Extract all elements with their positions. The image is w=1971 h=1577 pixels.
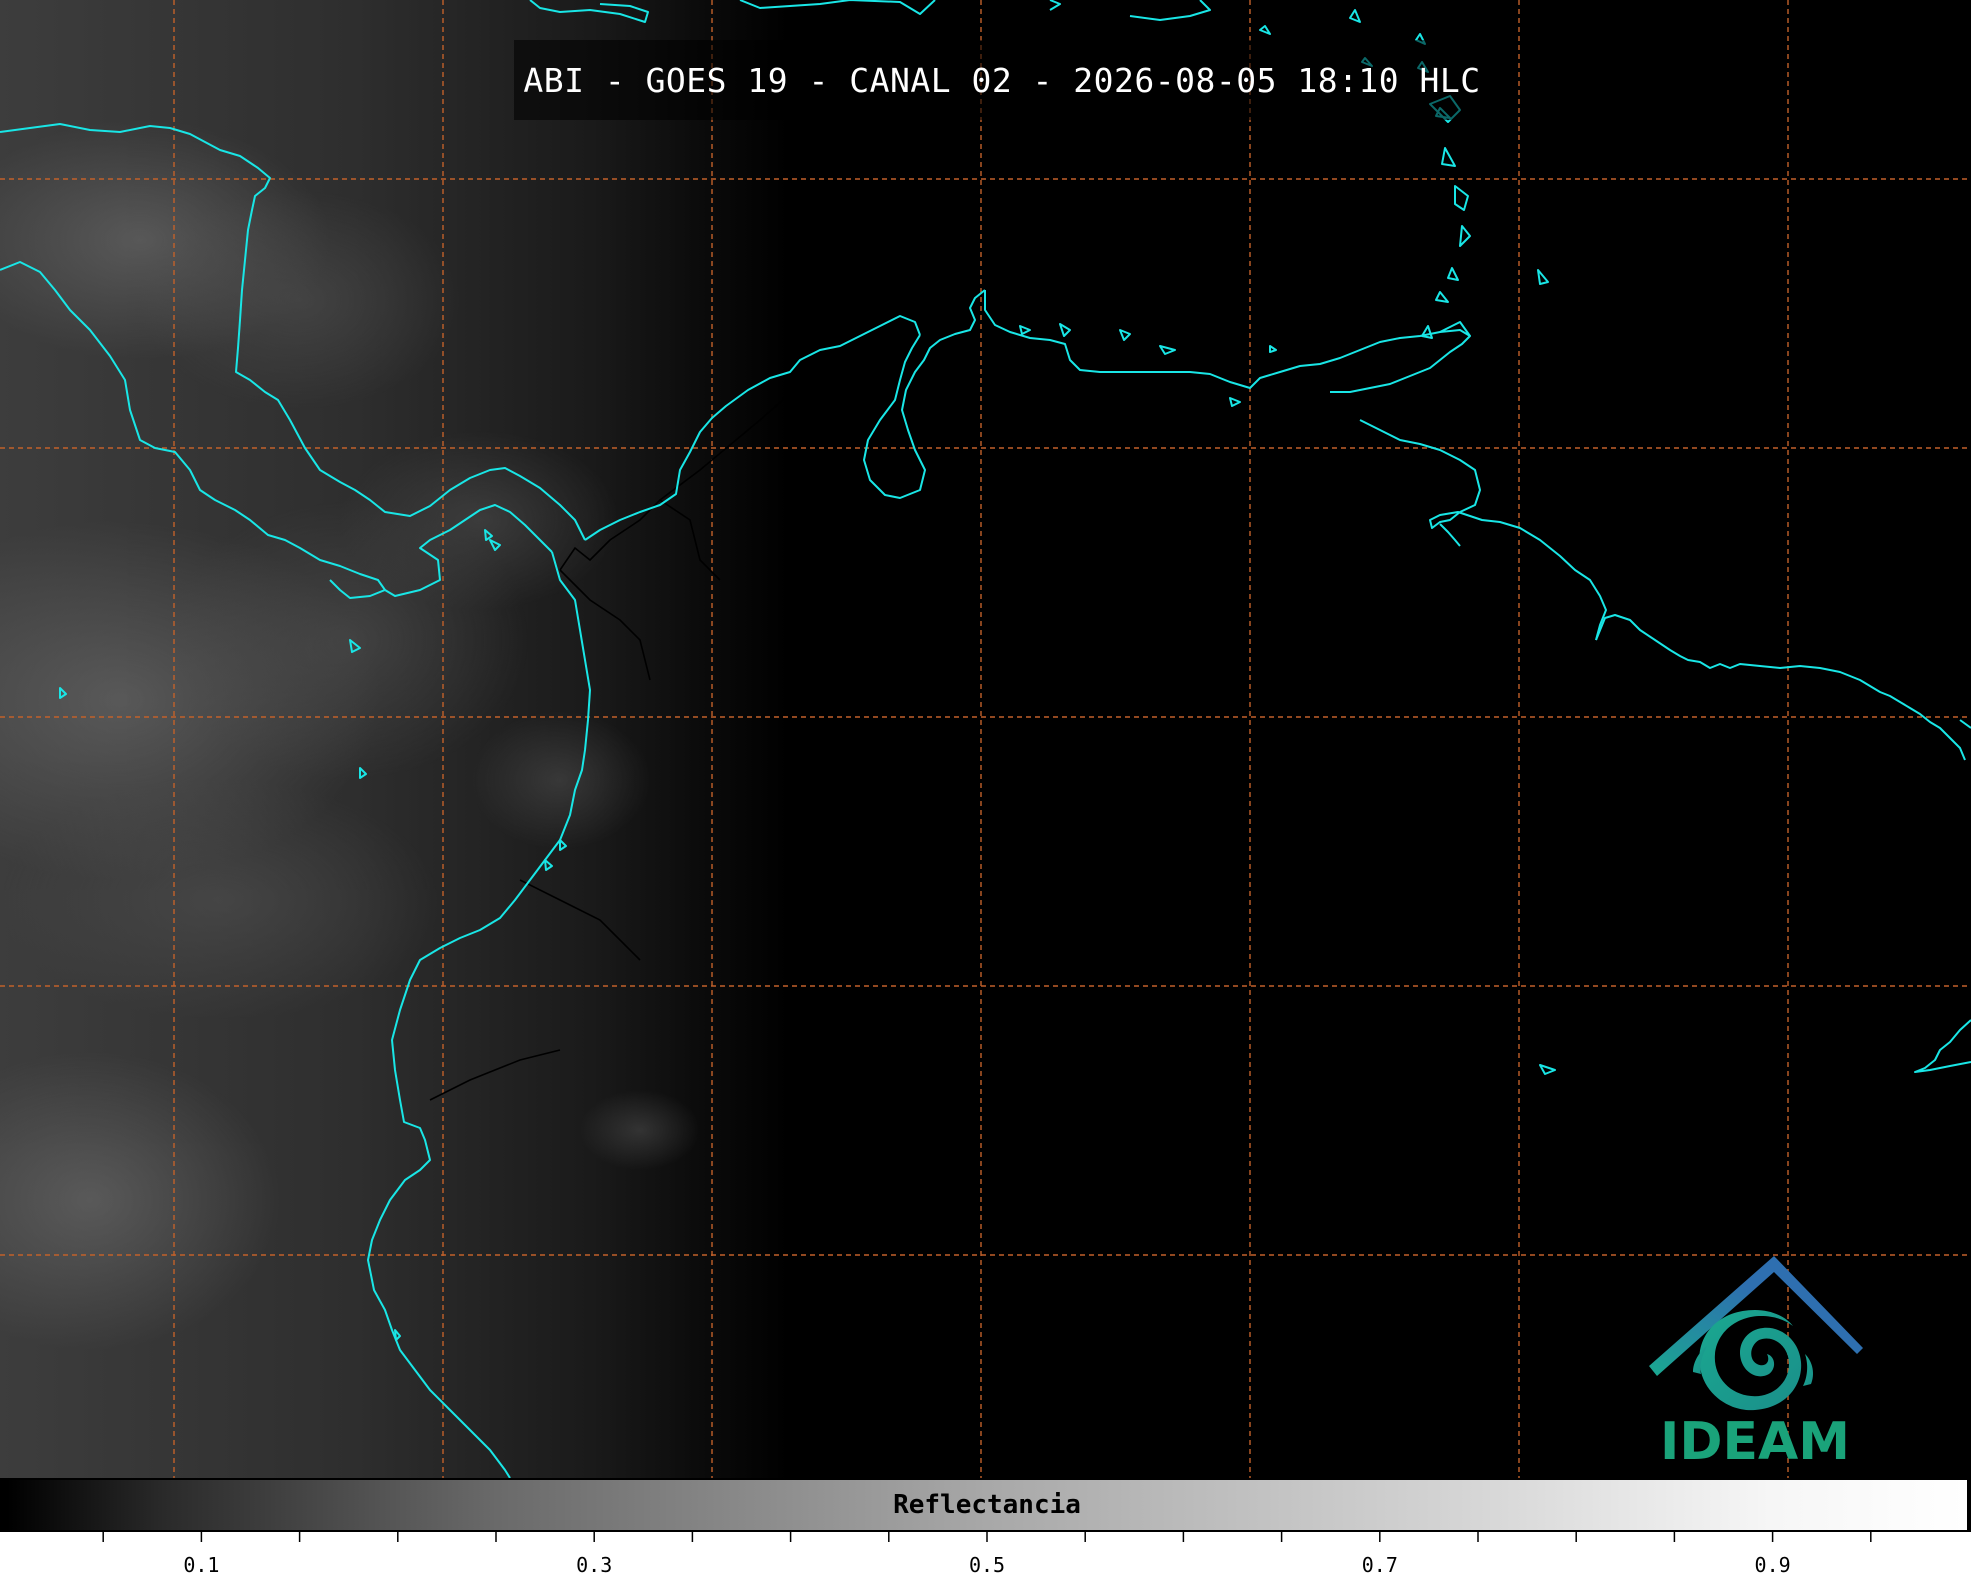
colorbar-tick-label: 0.7 (1361, 1553, 1398, 1577)
colorbar-tick-label: 0.1 (183, 1553, 220, 1577)
logo-text: IDEAM (1659, 1412, 1851, 1472)
title-banner: ABI - GOES 19 - CANAL 02 - 2026-08-05 18… (514, 40, 1490, 120)
colorbar-tick-label: 0.3 (576, 1553, 613, 1577)
colorbar: Reflectancia (5, 1478, 1969, 1532)
colorbar-tick-label: 0.5 (968, 1553, 1006, 1577)
colorbar-tick-label: 0.9 (1754, 1553, 1791, 1577)
map-title: ABI - GOES 19 - CANAL 02 - 2026-08-05 18… (523, 60, 1481, 100)
colorbar-label: Reflectancia (893, 1490, 1081, 1520)
